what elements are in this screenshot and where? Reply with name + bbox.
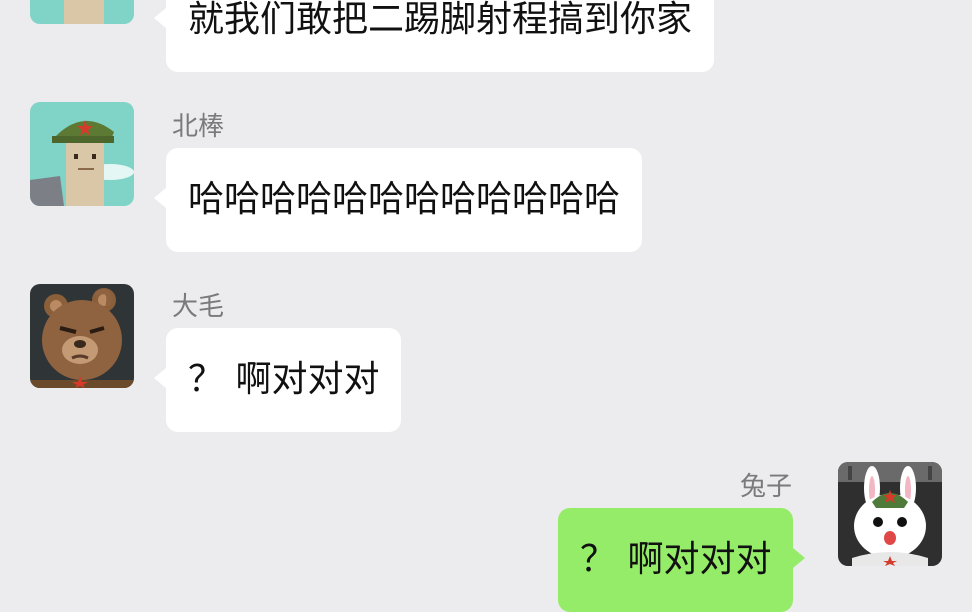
message-bubble[interactable]: 就我们敢把二踢脚射程搞到你家 [153, 0, 715, 72]
soldier-avatar-icon[interactable] [30, 102, 134, 206]
message-bubble[interactable]: ？ 啊对对对 [558, 508, 806, 612]
message-bubble[interactable]: ？ 啊对对对 [153, 328, 402, 432]
sender-name: 兔子 [740, 472, 793, 502]
message-text: ？ 啊对对对 [580, 539, 772, 580]
soldier-avatar-icon[interactable] [30, 0, 134, 24]
sender-name: 大毛 [172, 292, 225, 322]
bear-avatar-icon[interactable] [30, 284, 134, 388]
message-text: 哈哈哈哈哈哈哈哈哈哈哈哈 [188, 179, 621, 220]
message-text: 就我们敢把二踢脚射程搞到你家 [188, 0, 693, 40]
rabbit-avatar-icon[interactable] [838, 462, 942, 566]
message-bubble[interactable]: 哈哈哈哈哈哈哈哈哈哈哈哈 [153, 148, 643, 252]
message-text: ？ 啊对对对 [188, 359, 380, 400]
sender-name: 北棒 [172, 112, 225, 142]
